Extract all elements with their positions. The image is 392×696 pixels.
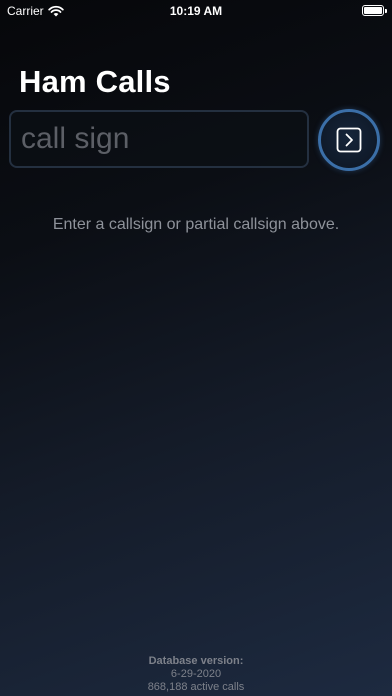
app-screen: Carrier 10:19 AM Ham Calls Enter a calls… [0, 0, 392, 696]
search-hint-text: Enter a callsign or partial callsign abo… [52, 216, 340, 233]
page-title: Ham Calls [19, 64, 171, 99]
battery-icon [362, 5, 387, 16]
battery-level [364, 7, 382, 14]
chevron-right-square-icon [336, 127, 362, 153]
active-calls-count: 868,188 active calls [147, 681, 245, 693]
status-time: 10:19 AM [169, 4, 223, 18]
status-bar: Carrier 10:19 AM [0, 0, 392, 22]
database-version-label: Database version: [148, 655, 244, 667]
database-version-date: 6-29-2020 [170, 668, 222, 680]
callsign-search-input[interactable] [9, 110, 309, 168]
search-go-button[interactable] [318, 109, 380, 171]
battery-cap [385, 9, 387, 13]
database-info: Database version: 6-29-2020 868,188 acti… [0, 655, 392, 694]
